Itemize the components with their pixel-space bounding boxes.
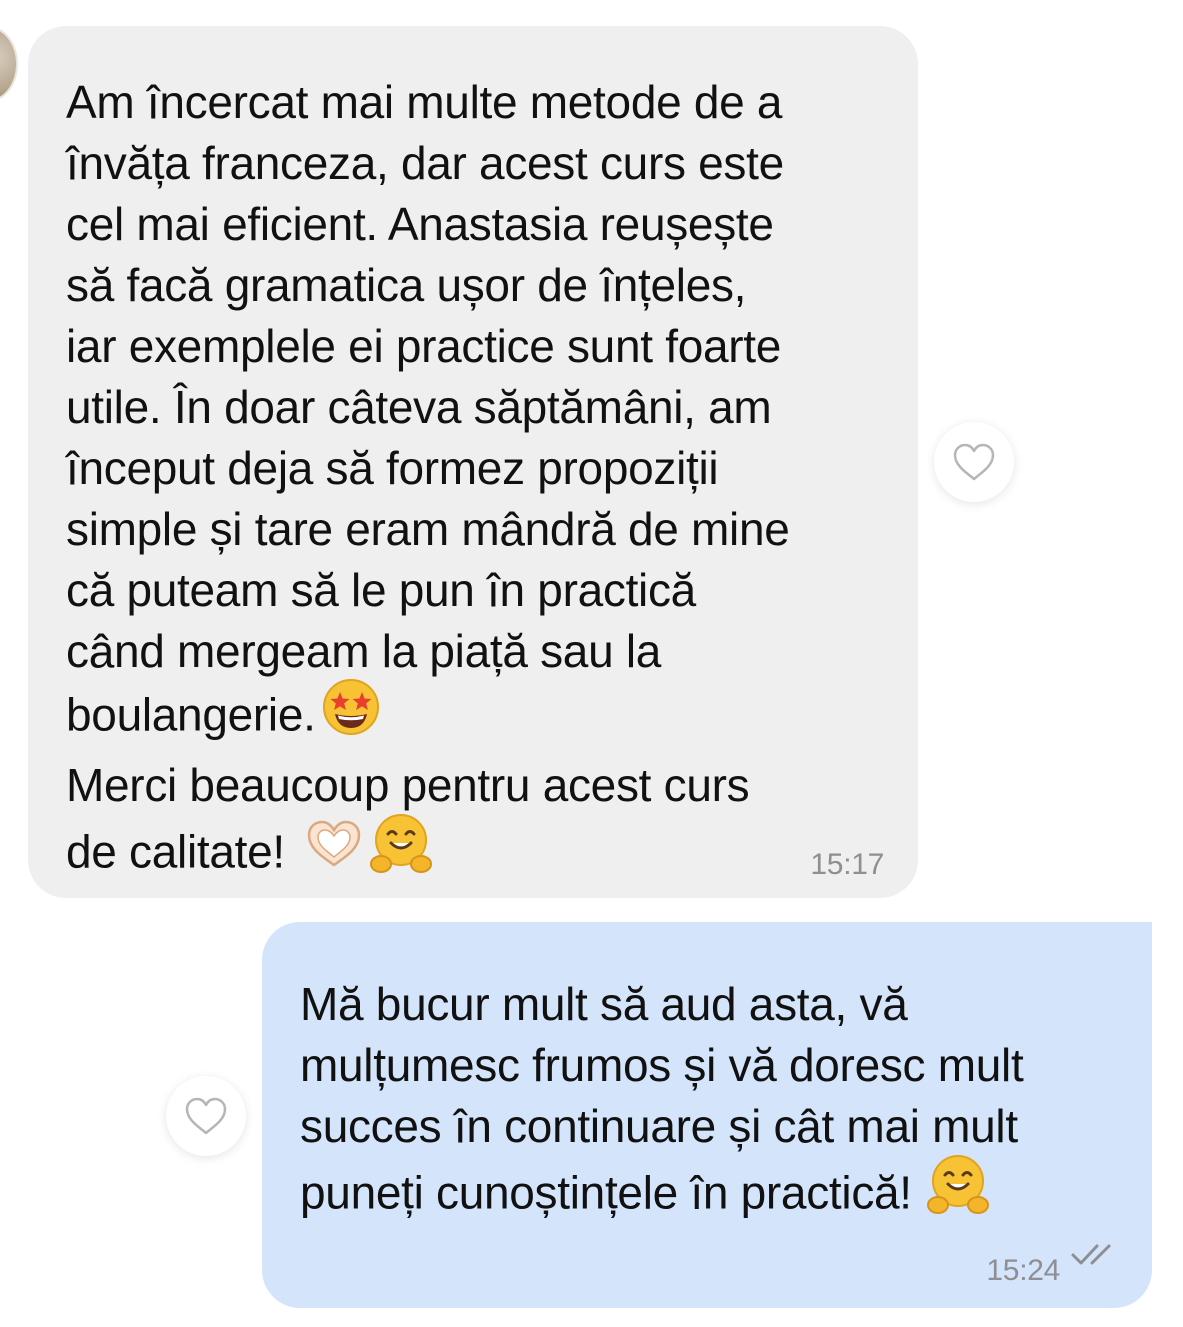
hugging-face-emoji [369, 812, 433, 891]
like-button[interactable] [934, 422, 1014, 502]
message-line: Mă bucur mult să aud asta, vă [300, 978, 908, 1030]
message-line: Am încercat mai multe metode de a [66, 76, 783, 128]
message-line: puneți cunoștințele în practică! [300, 1166, 912, 1219]
star-struck-emoji [322, 678, 380, 751]
message-line: iar exemplele ei practice sunt foarte [66, 320, 782, 372]
double-check-icon [1070, 1221, 1122, 1282]
message-line-with-emoji: puneți cunoștințele în practică! [300, 1155, 1132, 1236]
message-text: Mă bucur mult să aud asta, vă mulțumesc … [300, 974, 1132, 1236]
message-line-with-emoji: de calitate! [66, 814, 892, 895]
message-line: început deja să formez propoziții [66, 442, 719, 494]
message-line: învăța franceza, dar acest curs este [66, 137, 784, 189]
heart-outline-icon [185, 1097, 227, 1135]
message-line: boulangerie. [66, 688, 316, 741]
like-button[interactable] [166, 1076, 246, 1156]
message-text: Am încercat mai multe metode de a învăța… [66, 72, 892, 895]
message-line: de calitate! [66, 825, 285, 878]
incoming-message-bubble[interactable]: Am încercat mai multe metode de a învăța… [28, 26, 918, 898]
message-line: că puteam să le pun în practică [66, 564, 696, 616]
heart-hands-emoji [303, 819, 365, 884]
message-line: Merci beaucoup pentru acest curs [66, 759, 750, 811]
message-line: cel mai eficient. Anastasia reușește [66, 198, 774, 250]
heart-outline-icon [953, 443, 995, 481]
message-timestamp: 15:17 [810, 848, 884, 881]
message-line: simple și tare eram mândră de mine [66, 503, 790, 555]
message-line-with-emoji: boulangerie. [66, 679, 892, 755]
message-line: mulțumesc frumos și vă doresc mult [300, 1039, 1024, 1091]
message-line: când mergeam la piață sau la [66, 625, 662, 677]
hugging-face-emoji [926, 1153, 990, 1232]
message-line: succes în continuare și cât mai mult [300, 1100, 1018, 1152]
message-line: să facă gramatica ușor de înțeles, [66, 259, 747, 311]
message-timestamp: 15:24 [986, 1254, 1060, 1287]
message-line: utile. În doar câteva săptămâni, am [66, 381, 772, 433]
outgoing-message-bubble[interactable]: Mă bucur mult să aud asta, vă mulțumesc … [262, 922, 1152, 1308]
sender-avatar[interactable] [0, 26, 18, 102]
